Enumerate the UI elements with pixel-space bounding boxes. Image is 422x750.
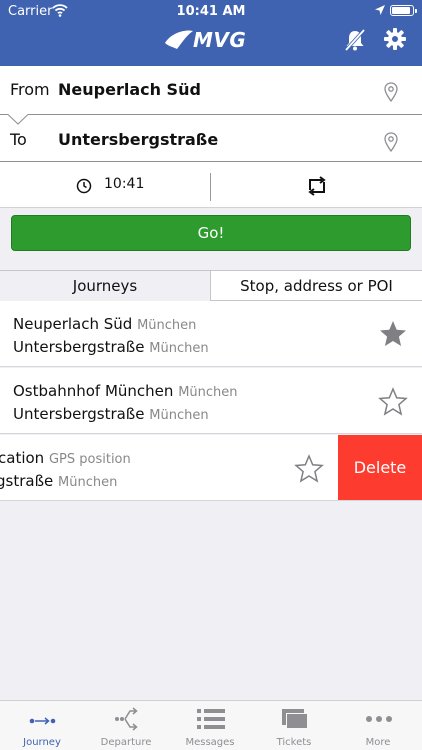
battery-icon bbox=[390, 5, 417, 16]
journey-from-name: cation bbox=[0, 449, 45, 467]
segmented-tabs: Journeys Stop, address or POI bbox=[0, 270, 422, 301]
tab-label: Tickets bbox=[276, 737, 312, 748]
journey-to-name: Untersbergstraße bbox=[13, 338, 145, 356]
tab-label: More bbox=[365, 737, 391, 748]
messages-icon bbox=[197, 709, 225, 729]
tab-more[interactable]: More bbox=[336, 701, 420, 750]
tab-journey[interactable]: Journey bbox=[0, 701, 84, 750]
star-filled-icon[interactable] bbox=[378, 319, 408, 349]
journey-icon bbox=[29, 717, 56, 725]
journey-to-city: München bbox=[149, 408, 209, 423]
from-value[interactable]: Neuperlach Süd bbox=[58, 80, 201, 99]
journey-list-item[interactable]: Neuperlach Süd München Untersbergstraße … bbox=[0, 301, 422, 367]
more-icon bbox=[366, 716, 392, 722]
mvg-logo-text: MVG bbox=[193, 28, 247, 52]
gear-icon[interactable] bbox=[384, 28, 406, 50]
journey-to-city: München bbox=[58, 475, 118, 490]
journey-from-city: GPS position bbox=[48, 452, 131, 467]
journey-to-name: Untersbergstraße bbox=[13, 405, 145, 423]
star-outline-icon[interactable] bbox=[378, 387, 408, 417]
tab-messages[interactable]: Messages bbox=[168, 701, 252, 750]
tab-stop-address-poi[interactable]: Stop, address or POI bbox=[211, 270, 422, 301]
status-time: 10:41 AM bbox=[176, 4, 246, 19]
app-header: Carrier 10:41 AM MVG bbox=[0, 0, 422, 66]
to-field[interactable]: To Untersbergstraße bbox=[0, 114, 422, 162]
location-arrow-icon bbox=[375, 5, 385, 15]
to-label: To bbox=[10, 130, 27, 149]
status-bar: Carrier 10:41 AM bbox=[0, 0, 422, 22]
journey-to-city: München bbox=[149, 341, 209, 356]
bell-muted-icon[interactable] bbox=[343, 28, 367, 52]
bottom-tab-bar: Journey Departure Messages Tickets More bbox=[0, 700, 422, 750]
tab-label: Journey bbox=[23, 737, 61, 748]
journey-list-item-swiped[interactable]: cation GPS position gstraße München Dele… bbox=[0, 435, 422, 501]
from-field[interactable]: From Neuperlach Süd bbox=[0, 66, 422, 114]
tab-label: Messages bbox=[185, 737, 235, 748]
departure-time-value[interactable]: 10:41 bbox=[104, 176, 144, 192]
from-location-pin-icon[interactable] bbox=[384, 82, 398, 102]
to-location-pin-icon[interactable] bbox=[384, 132, 398, 152]
to-field-wrapper: To Untersbergstraße bbox=[0, 114, 422, 162]
time-row: 10:41 bbox=[0, 162, 422, 208]
to-value[interactable]: Untersbergstraße bbox=[58, 130, 218, 149]
star-outline-icon[interactable] bbox=[294, 454, 324, 484]
swap-direction-icon[interactable] bbox=[306, 176, 328, 196]
tab-label: Departure bbox=[100, 737, 152, 748]
time-row-divider bbox=[210, 173, 211, 201]
go-button[interactable]: Go! bbox=[11, 215, 411, 251]
tickets-icon bbox=[282, 709, 308, 729]
journey-from-name: Ostbahnhof München bbox=[13, 382, 174, 400]
delete-button[interactable]: Delete bbox=[338, 435, 422, 500]
journey-list-item[interactable]: Ostbahnhof München München Untersbergstr… bbox=[0, 368, 422, 434]
journey-from-city: München bbox=[178, 385, 238, 400]
clock-icon[interactable] bbox=[76, 178, 92, 194]
journey-from-city: München bbox=[137, 318, 197, 333]
departure-icon bbox=[115, 707, 138, 731]
journey-to-name: gstraße bbox=[0, 472, 54, 490]
tab-departure[interactable]: Departure bbox=[84, 701, 168, 750]
journey-from-name: Neuperlach Süd bbox=[13, 315, 133, 333]
tab-tickets[interactable]: Tickets bbox=[252, 701, 336, 750]
from-label: From bbox=[10, 80, 50, 99]
tab-journeys[interactable]: Journeys bbox=[0, 270, 211, 301]
